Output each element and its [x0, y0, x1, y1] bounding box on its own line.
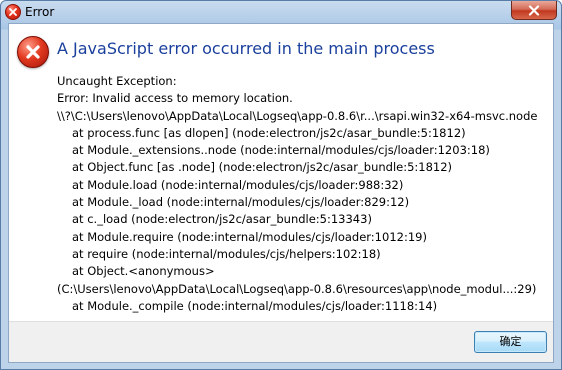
message-line: Error: Invalid access to memory location… [57, 91, 293, 106]
message-line: \\?\C:\Users\lenovo\AppData\Local\Logseq… [57, 108, 538, 123]
stack-trace-line: at require (node:internal/modules/cjs/he… [72, 246, 381, 261]
error-icon [5, 4, 21, 20]
error-message: Uncaught Exception: Error: Invalid acces… [57, 73, 551, 315]
close-button[interactable] [511, 1, 557, 20]
stack-trace-line: at Module._compile (node:internal/module… [72, 298, 438, 313]
message-line: Uncaught Exception: [57, 74, 177, 88]
stack-trace-line: at Module._extensions..node (node:intern… [72, 143, 490, 158]
ok-button[interactable]: 确定 [474, 331, 547, 353]
title-bar[interactable]: Error [1, 1, 561, 23]
stack-trace-line: (C:\Users\lenovo\AppData\Local\Logseq\ap… [57, 281, 537, 296]
stack-trace-line: at c._load (node:electron/js2c/asar_bund… [72, 212, 372, 227]
button-bar: 确定 [9, 321, 553, 362]
dialog-body: A JavaScript error occurred in the main … [8, 23, 554, 363]
stack-trace-line: at Module._load (node:internal/modules/c… [72, 195, 410, 210]
stack-trace-line: at Object.<anonymous> [72, 264, 215, 279]
window-title: Error [25, 5, 55, 19]
error-icon [17, 36, 49, 68]
error-heading: A JavaScript error occurred in the main … [57, 39, 435, 58]
stack-trace-line: at Module.load (node:internal/modules/cj… [72, 177, 404, 192]
error-dialog-window: Error A JavaScript error occurred in the… [0, 0, 562, 370]
stack-trace-line: at Module.require (node:internal/modules… [72, 229, 427, 244]
close-icon [528, 5, 540, 16]
stack-trace-line: at Object.func [as .node] (node:electron… [72, 160, 453, 175]
stack-trace-line: at process.func [as dlopen] (node:electr… [72, 125, 466, 140]
